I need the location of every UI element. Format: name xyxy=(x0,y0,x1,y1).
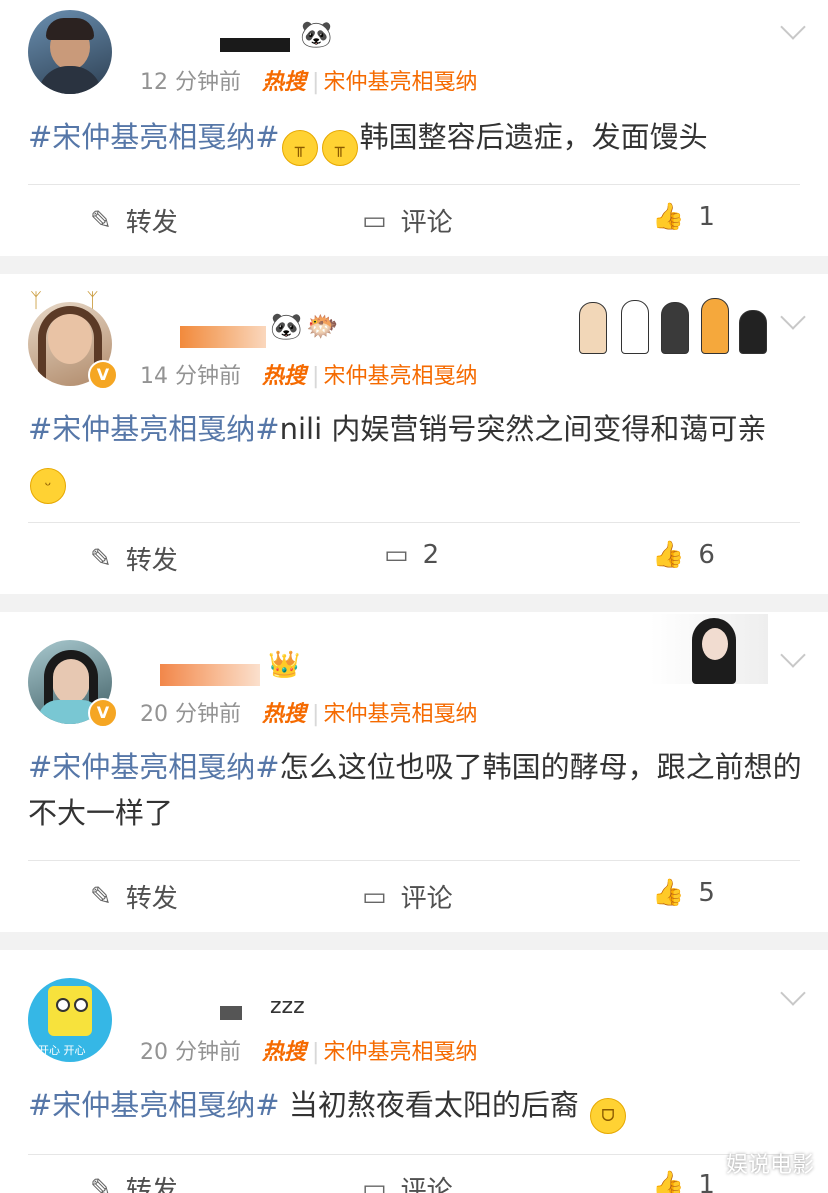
like-count: 1 xyxy=(698,202,715,232)
username-redacted[interactable] xyxy=(160,664,260,686)
hot-search-tag[interactable]: 宋仲基亮相戛纳 xyxy=(323,702,477,727)
repost-button[interactable]: ✎ 转发 xyxy=(90,878,178,915)
repost-label: 转发 xyxy=(125,208,178,238)
topic-link[interactable]: #宋仲基亮相戛纳# xyxy=(28,412,280,446)
repost-label: 转发 xyxy=(125,546,178,576)
cat-paws-decoration xyxy=(575,280,770,354)
chevron-down-icon[interactable] xyxy=(780,304,806,330)
post-meta: 20 分钟前 热搜 | 宋仲基亮相戛纳 xyxy=(140,702,478,727)
hot-search-tag[interactable]: 宋仲基亮相戛纳 xyxy=(323,70,477,95)
comment-button[interactable]: ▭ 评论 xyxy=(362,878,453,915)
comment-label: 评论 xyxy=(400,884,453,914)
divider xyxy=(28,860,800,861)
chevron-down-icon[interactable] xyxy=(780,980,806,1006)
post-meta: 20 分钟前 热搜 | 宋仲基亮相戛纳 xyxy=(140,1040,478,1065)
topic-link[interactable]: #宋仲基亮相戛纳# xyxy=(28,120,280,154)
comment-button[interactable]: ▭ 评论 xyxy=(362,202,453,239)
post-card: 🐼 12 分钟前 热搜 | 宋仲基亮相戛纳 #宋仲基亮相戛纳# ╥ ╥ 韩国整容后遗症，发… xyxy=(0,0,828,256)
edit-square-icon: ✎ xyxy=(90,881,112,912)
thumbs-up-icon: 👍 xyxy=(652,540,685,570)
edit-square-icon: ✎ xyxy=(90,205,112,236)
comment-count: 2 xyxy=(422,540,440,570)
crying-emoji-icon: ╥ xyxy=(321,130,358,166)
post-body: nili 内娱营销号突然之间变得和蔼可亲 xyxy=(279,412,767,446)
avatar[interactable]: 开心 开心 xyxy=(28,978,112,1062)
like-button[interactable]: 👍 1 xyxy=(652,202,715,232)
post-body: 韩国整容后遗症，发面馒头 xyxy=(359,120,708,154)
post-text: #宋仲基亮相戛纳# ╥ ╥ 韩国整容后遗症，发面馒头 xyxy=(28,114,803,166)
divider xyxy=(28,522,800,523)
comment-icon: ▭ xyxy=(362,881,387,912)
like-count: 5 xyxy=(698,878,715,908)
portrait-decoration xyxy=(650,614,768,684)
username-redacted[interactable] xyxy=(220,1006,242,1020)
like-count: 6 xyxy=(698,540,715,570)
repost-label: 转发 xyxy=(125,1176,178,1193)
like-button[interactable]: 👍 1 xyxy=(652,1170,715,1193)
post-meta: 12 分钟前 热搜 | 宋仲基亮相戛纳 xyxy=(140,70,478,95)
verified-badge-icon: V xyxy=(88,698,118,728)
hot-search-label[interactable]: 热搜 xyxy=(262,1040,306,1065)
hot-search-tag[interactable]: 宋仲基亮相戛纳 xyxy=(323,1040,477,1065)
laughing-tears-emoji-icon: ᗜ xyxy=(590,1098,627,1134)
avatar[interactable] xyxy=(28,10,112,94)
topic-link[interactable]: #宋仲基亮相戛纳# xyxy=(28,750,280,784)
crying-emoji-icon: ╥ xyxy=(281,130,318,166)
comment-icon: ▭ xyxy=(362,1173,387,1193)
divider xyxy=(28,184,800,185)
topic-link[interactable]: #宋仲基亮相戛纳# xyxy=(28,1088,280,1122)
divider xyxy=(28,1154,800,1155)
post-time: 12 分钟前 xyxy=(140,70,241,95)
post-text: #宋仲基亮相戛纳#怎么这位也吸了韩国的酵母，跟之前想的不大一样了 xyxy=(28,744,803,836)
like-count: 1 xyxy=(698,1170,715,1193)
comment-icon: ▭ xyxy=(384,540,409,570)
watermark: 娱说电影 xyxy=(725,1153,814,1178)
chevron-down-icon[interactable] xyxy=(780,14,806,40)
post-card: 开心 开心 zzz 20 分钟前 热搜 | 宋仲基亮相戛纳 #宋仲基亮相戛纳# 当初… xyxy=(0,950,828,1193)
comment-icon: ▭ xyxy=(362,205,387,236)
post-card: ᛉ ᛉ V 🐼 🐡 14 分钟前 热搜 | 宋仲基亮相戛纳 #宋仲基亮相戛纳#nil… xyxy=(0,274,828,594)
panda-icon: 🐼 xyxy=(300,20,333,50)
thumbs-up-icon: 👍 xyxy=(652,1170,685,1193)
hot-search-label[interactable]: 热搜 xyxy=(262,70,306,95)
chevron-down-icon[interactable] xyxy=(780,642,806,668)
thumbs-up-icon: 👍 xyxy=(652,878,685,908)
username-suffix[interactable]: zzz xyxy=(270,994,305,1019)
post-text: #宋仲基亮相戛纳#nili 内娱营销号突然之间变得和蔼可亲 ᵕ xyxy=(28,406,803,504)
hot-search-tag[interactable]: 宋仲基亮相戛纳 xyxy=(323,364,477,389)
post-card: V 👑 20 分钟前 热搜 | 宋仲基亮相戛纳 #宋仲基亮相戛纳#怎么这位也吸了韩国… xyxy=(0,612,828,932)
verified-badge-icon: V xyxy=(88,360,118,390)
post-body: 当初熬夜看太阳的后裔 xyxy=(279,1088,579,1122)
comment-button[interactable]: ▭ 评论 xyxy=(362,1170,453,1193)
repost-button[interactable]: ✎ 转发 xyxy=(90,540,178,577)
post-time: 14 分钟前 xyxy=(140,364,241,389)
repost-label: 转发 xyxy=(125,884,178,914)
edit-square-icon: ✎ xyxy=(90,543,112,574)
username-redacted[interactable] xyxy=(180,326,266,348)
post-meta: 14 分钟前 热搜 | 宋仲基亮相戛纳 xyxy=(140,364,478,389)
username-redacted[interactable] xyxy=(220,38,290,52)
repost-button[interactable]: ✎ 转发 xyxy=(90,202,178,239)
smile-emoji-icon: ᵕ xyxy=(30,468,66,504)
fish-icon: 🐡 xyxy=(306,312,339,342)
post-time: 20 分钟前 xyxy=(140,1040,241,1065)
repost-button[interactable]: ✎ 转发 xyxy=(90,1170,178,1193)
comment-button[interactable]: ▭ 2 xyxy=(384,540,439,570)
hot-search-label[interactable]: 热搜 xyxy=(262,702,306,727)
hot-search-label[interactable]: 热搜 xyxy=(262,364,306,389)
avatar-caption: 开心 开心 xyxy=(38,1044,86,1057)
edit-square-icon: ✎ xyxy=(90,1173,112,1193)
panda-icon: 🐼 xyxy=(270,312,303,342)
post-time: 20 分钟前 xyxy=(140,702,241,727)
like-button[interactable]: 👍 5 xyxy=(652,878,715,908)
crown-icon: 👑 xyxy=(268,650,301,680)
comment-label: 评论 xyxy=(400,1176,453,1193)
post-text: #宋仲基亮相戛纳# 当初熬夜看太阳的后裔 ᗜ xyxy=(28,1082,803,1134)
like-button[interactable]: 👍 6 xyxy=(652,540,715,570)
thumbs-up-icon: 👍 xyxy=(652,202,685,232)
comment-label: 评论 xyxy=(400,208,453,238)
